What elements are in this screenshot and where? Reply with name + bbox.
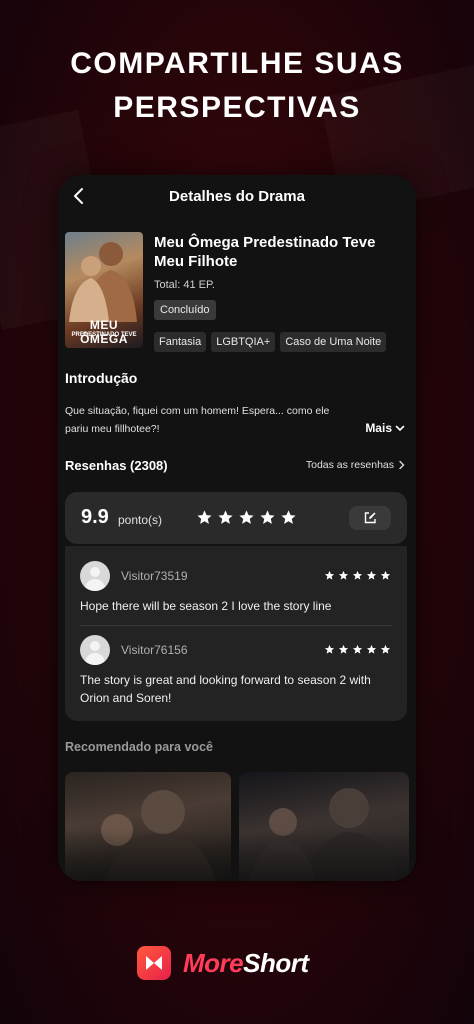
star-icon: [366, 644, 377, 654]
intro-heading: Introdução: [65, 370, 138, 386]
moreshort-logo-icon: [137, 946, 171, 980]
rating-unit: ponto(s): [118, 513, 163, 527]
nav-bar: Detalhes do Drama: [58, 175, 416, 219]
intro-text: Que situação, fiquei com um homem! Esper…: [65, 405, 330, 435]
chevron-down-icon: [395, 425, 405, 432]
write-review-button[interactable]: [349, 506, 391, 530]
chevron-right-icon: [399, 460, 405, 470]
review-stars: [324, 644, 391, 655]
rating-stars: [196, 509, 297, 526]
reviews-heading: Resenhas (2308): [65, 458, 168, 473]
cover-art: [69, 242, 137, 322]
review-username: Visitor73519: [121, 569, 188, 583]
divider: [80, 625, 392, 626]
brand-name-part2: Short: [243, 947, 309, 978]
star-icon: [338, 570, 349, 580]
reviews-list: Visitor73519 Hope there will be season 2…: [65, 546, 407, 721]
drama-title: Meu Ômega Predestinado Teve Meu Filhote: [154, 234, 376, 270]
star-icon: [218, 510, 233, 524]
edit-icon: [364, 512, 376, 524]
tag-lgbtqia[interactable]: LGBTQIA+: [211, 332, 276, 352]
review-text: Hope there will be season 2 I love the s…: [80, 599, 332, 613]
star-icon: [324, 570, 335, 580]
star-icon: [239, 510, 254, 524]
star-icon: [281, 510, 296, 524]
star-icon: [380, 570, 391, 580]
brand-name: MoreShort: [183, 948, 309, 979]
review-stars: [324, 570, 391, 581]
tag-caso-de-uma-noite[interactable]: Caso de Uma Noite: [280, 332, 387, 352]
star-icon: [338, 644, 349, 654]
star-icon: [197, 510, 212, 524]
star-icon: [352, 570, 363, 580]
all-reviews-label: Todas as resenhas: [305, 459, 394, 471]
genre-tags: Fantasia LGBTQIA+ Caso de Uma Noite: [154, 332, 387, 352]
drama-cover-image[interactable]: MEU ÔMEGA PREDESTINADO TEVE: [65, 232, 143, 348]
more-button[interactable]: Mais: [365, 421, 406, 435]
episode-total: Total: 41 EP.: [154, 279, 215, 291]
star-icon: [380, 644, 391, 654]
star-icon: [352, 644, 363, 654]
rating-score: 9.9: [81, 506, 109, 528]
avatar: [80, 561, 110, 591]
headline: COMPARTILHE SUAS PERSPECTIVAS: [0, 42, 474, 130]
brand-logo: MoreShort: [137, 946, 309, 980]
all-reviews-link[interactable]: Todas as resenhas: [306, 459, 406, 471]
cover-subtitle: PREDESTINADO TEVE: [71, 332, 137, 338]
status-badge: Concluído: [154, 300, 216, 320]
phone-screen: Detalhes do Drama MEU ÔMEGA PREDESTINADO…: [58, 175, 416, 881]
rating-summary: 9.9 ponto(s): [65, 492, 407, 544]
brand-name-part1: More: [183, 947, 244, 978]
avatar: [80, 635, 110, 665]
star-icon: [366, 570, 377, 580]
more-label: Mais: [365, 421, 392, 435]
review-username: Visitor76156: [121, 643, 188, 657]
tag-fantasia[interactable]: Fantasia: [154, 332, 207, 352]
review-text: The story is great and looking forward t…: [80, 673, 371, 705]
headline-line1: COMPARTILHE SUAS: [70, 47, 404, 80]
headline-line2: PERSPECTIVAS: [113, 91, 361, 124]
star-icon: [324, 644, 335, 654]
recommended-heading: Recomendado para você: [65, 740, 213, 754]
star-icon: [260, 510, 275, 524]
bottom-fade: [58, 830, 416, 881]
page-title: Detalhes do Drama: [169, 188, 305, 205]
